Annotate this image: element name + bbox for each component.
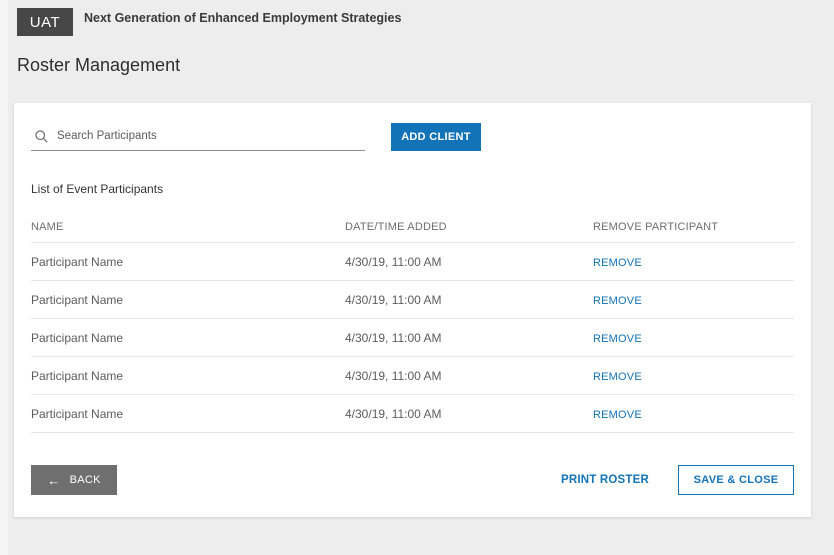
participant-name: Participant Name xyxy=(31,369,345,383)
search-icon xyxy=(35,130,48,143)
remove-link[interactable]: REMOVE xyxy=(593,333,642,345)
search-box xyxy=(31,125,365,151)
roster-card: ADD CLIENT List of Event Participants NA… xyxy=(14,103,811,517)
date-added: 4/30/19, 11:00 AM xyxy=(345,293,593,307)
remove-link[interactable]: REMOVE xyxy=(593,371,642,383)
table-row: Participant Name 4/30/19, 11:00 AM REMOV… xyxy=(31,357,794,395)
add-client-button[interactable]: ADD CLIENT xyxy=(391,123,481,151)
table-row: Participant Name 4/30/19, 11:00 AM REMOV… xyxy=(31,243,794,281)
participant-name: Participant Name xyxy=(31,255,345,269)
col-header-remove: REMOVE PARTICIPANT xyxy=(593,221,794,233)
search-input[interactable] xyxy=(57,130,363,142)
col-header-date: DATE/TIME ADDED xyxy=(345,221,593,233)
participant-name: Participant Name xyxy=(31,407,345,421)
table-header-row: NAME DATE/TIME ADDED REMOVE PARTICIPANT xyxy=(31,212,794,243)
list-label: List of Event Participants xyxy=(31,182,794,196)
back-arrow-icon: ← xyxy=(47,474,60,487)
participant-name: Participant Name xyxy=(31,331,345,345)
app-title: Next Generation of Enhanced Employment S… xyxy=(84,11,401,25)
participants-table: NAME DATE/TIME ADDED REMOVE PARTICIPANT … xyxy=(31,212,794,433)
table-row: Participant Name 4/30/19, 11:00 AM REMOV… xyxy=(31,319,794,357)
print-roster-link[interactable]: PRINT ROSTER xyxy=(561,474,649,486)
table-row: Participant Name 4/30/19, 11:00 AM REMOV… xyxy=(31,395,794,433)
remove-link[interactable]: REMOVE xyxy=(593,295,642,307)
left-gutter xyxy=(0,0,8,555)
save-close-button[interactable]: SAVE & CLOSE xyxy=(678,465,794,495)
col-header-name: NAME xyxy=(31,221,345,233)
date-added: 4/30/19, 11:00 AM xyxy=(345,331,593,345)
app-header: UAT Next Generation of Enhanced Employme… xyxy=(0,0,834,36)
page-title: Roster Management xyxy=(17,55,834,76)
card-footer: ← BACK PRINT ROSTER SAVE & CLOSE xyxy=(31,465,794,495)
footer-actions: PRINT ROSTER SAVE & CLOSE xyxy=(561,465,794,495)
remove-link[interactable]: REMOVE xyxy=(593,257,642,269)
table-body: Participant Name 4/30/19, 11:00 AM REMOV… xyxy=(31,243,794,433)
participant-name: Participant Name xyxy=(31,293,345,307)
date-added: 4/30/19, 11:00 AM xyxy=(345,407,593,421)
back-button-label: BACK xyxy=(70,474,101,486)
remove-link[interactable]: REMOVE xyxy=(593,409,642,421)
date-added: 4/30/19, 11:00 AM xyxy=(345,369,593,383)
back-button[interactable]: ← BACK xyxy=(31,465,117,495)
date-added: 4/30/19, 11:00 AM xyxy=(345,255,593,269)
environment-badge: UAT xyxy=(17,8,73,36)
toolbar: ADD CLIENT xyxy=(31,123,794,151)
table-row: Participant Name 4/30/19, 11:00 AM REMOV… xyxy=(31,281,794,319)
